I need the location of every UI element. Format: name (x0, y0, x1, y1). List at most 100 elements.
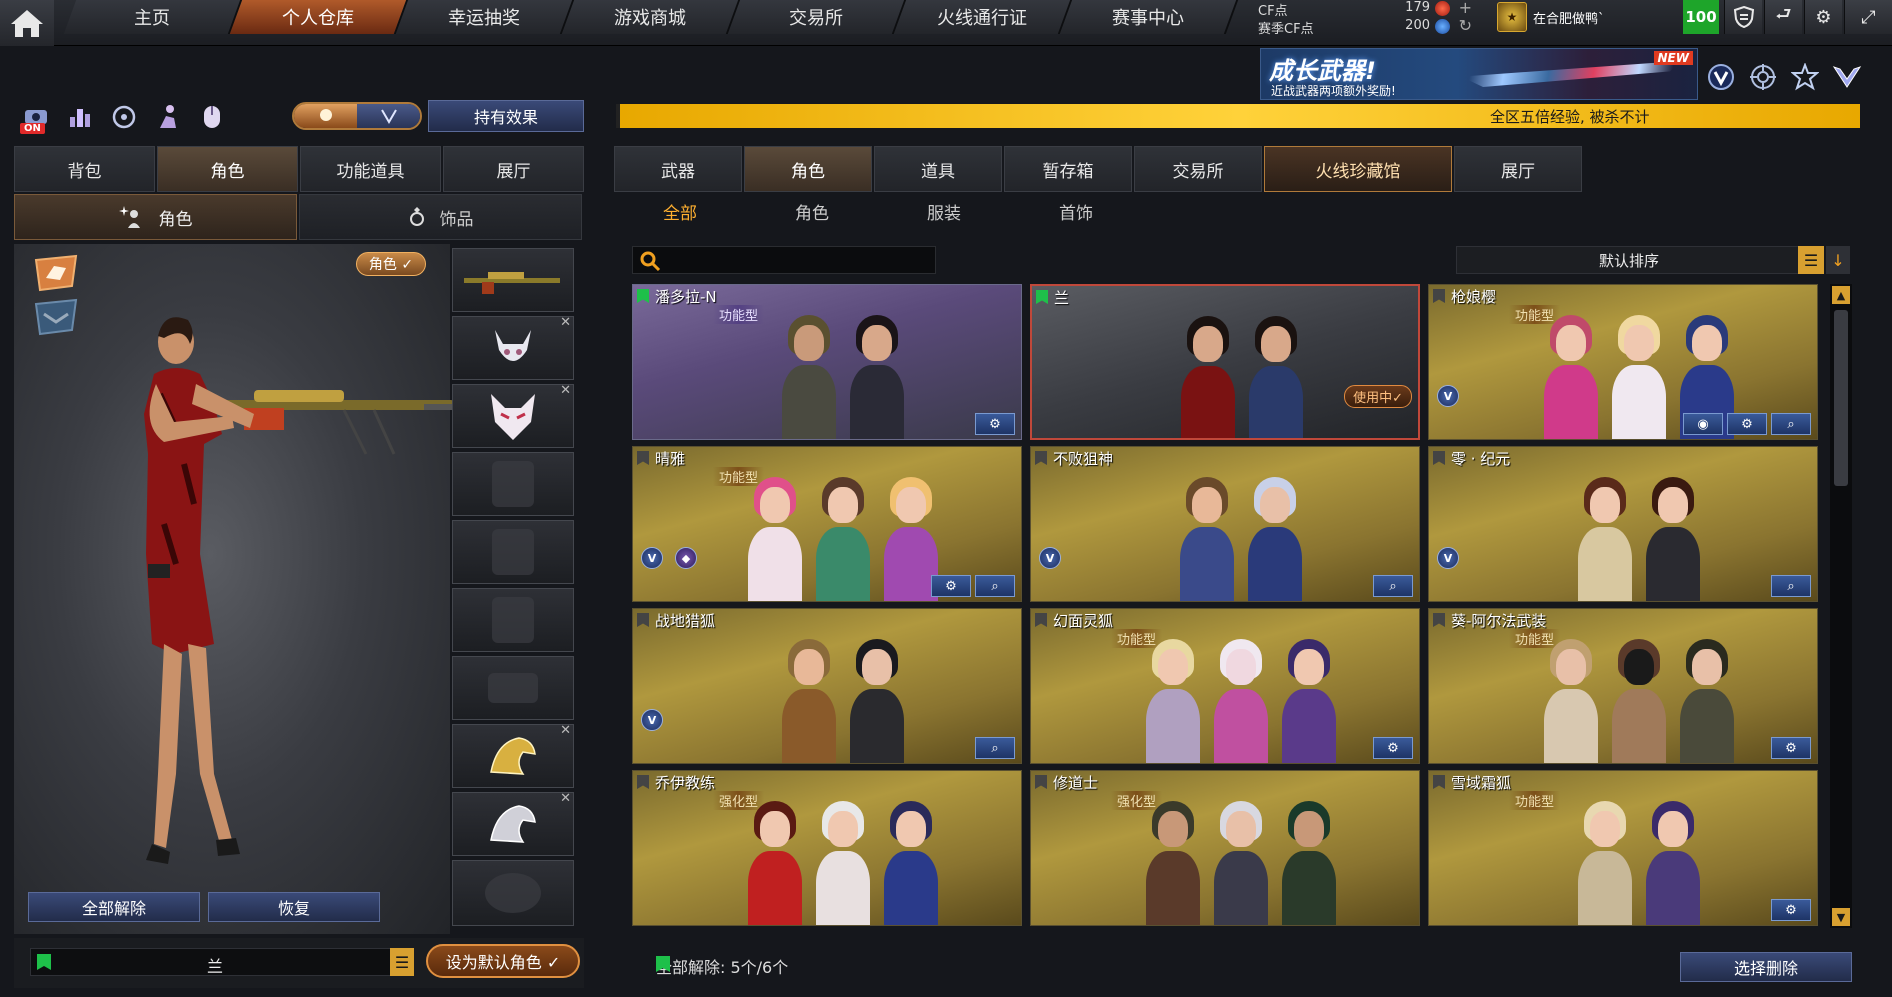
shield-icon[interactable] (1724, 0, 1762, 34)
character-card[interactable]: 潘多拉-N 功能型 ⚙ (632, 284, 1022, 440)
target-icon[interactable] (1748, 62, 1778, 92)
character-card[interactable]: 零 · 纪元 V ⌕ (1428, 446, 1818, 602)
nav-tab-lucky-draw[interactable]: 幸运抽奖 (395, 0, 575, 34)
badge-icon[interactable] (1790, 62, 1820, 92)
left-tab-character[interactable]: 角色 (157, 146, 298, 192)
bookmark-icon[interactable] (637, 451, 649, 465)
search-icon[interactable] (639, 250, 661, 272)
scroll-down-icon[interactable]: ▼ (1832, 908, 1850, 926)
rank-v-icon[interactable] (1706, 62, 1736, 92)
list-icon[interactable]: ☰ (390, 948, 414, 976)
right-tab-characters[interactable]: 角色 (744, 146, 872, 192)
magnify-icon[interactable]: ⌕ (975, 737, 1015, 759)
character-preview[interactable]: 角色 ✓ 全部解除 恢复 (14, 244, 460, 934)
scroll-up-icon[interactable]: ▲ (1832, 286, 1850, 304)
character-card[interactable]: 幻面灵狐 功能型 ⚙ (1030, 608, 1420, 764)
slot-mask[interactable]: ✕ (452, 383, 574, 448)
clan-info[interactable]: ★ 在合肥做鸭` (1497, 0, 1677, 34)
mouse-icon[interactable] (194, 100, 230, 134)
ranking-icon[interactable] (62, 100, 98, 134)
home-button[interactable] (0, 0, 54, 46)
right-tab-exchange[interactable]: 交易所 (1134, 146, 1262, 192)
right-tab-items[interactable]: 道具 (874, 146, 1002, 192)
fox-badge-icon[interactable] (32, 252, 80, 294)
slot-weapon[interactable] (452, 248, 574, 312)
sort-list-icon[interactable]: ☰ (1798, 246, 1824, 274)
character-card-equipped[interactable]: 兰 使用中✓ (1030, 284, 1420, 440)
left-tab-showroom[interactable]: 展厅 (443, 146, 584, 192)
fullscreen-icon[interactable]: ⤢ (1844, 0, 1892, 34)
character-card[interactable]: 乔伊教练 强化型 (632, 770, 1022, 926)
left-tab-backpack[interactable]: 背包 (14, 146, 155, 192)
nav-tab-exchange[interactable]: 交易所 (727, 0, 907, 34)
slot-pants[interactable] (452, 656, 574, 720)
restore-button[interactable]: 恢复 (208, 892, 380, 922)
promo-banner[interactable]: 成长武器! 近战武器两项额外奖励! NEW (1260, 48, 1698, 100)
rotate-view-icon[interactable] (106, 100, 142, 134)
bookmark-icon[interactable] (1433, 451, 1445, 465)
remove-slot-icon[interactable]: ✕ (560, 723, 571, 738)
view-mode-toggle[interactable] (292, 102, 422, 130)
filter-character[interactable]: 角色 (746, 198, 878, 230)
sort-direction-icon[interactable]: ↓ (1826, 246, 1850, 274)
subtab-character[interactable]: 角色 (14, 194, 297, 240)
gear-icon[interactable]: ⚙ (1727, 413, 1767, 435)
gear-icon[interactable]: ⚙ (1804, 0, 1842, 34)
gear-icon[interactable]: ⚙ (1771, 737, 1811, 759)
gear-icon[interactable]: ⚙ (1373, 737, 1413, 759)
bookmark-icon[interactable] (637, 775, 649, 789)
grid-scrollbar[interactable]: ▲ ▼ (1830, 284, 1852, 928)
gear-icon[interactable]: ⚙ (1771, 899, 1811, 921)
slot-radio[interactable] (452, 452, 574, 516)
nav-tab-home[interactable]: 主页 (63, 0, 243, 34)
nav-tab-battle-pass[interactable]: 火线通行证 (893, 0, 1073, 34)
character-card[interactable]: 雪域霜狐 功能型 ⚙ (1428, 770, 1818, 926)
remove-slot-icon[interactable]: ✕ (560, 315, 571, 330)
nav-tab-game-mall[interactable]: 游戏商城 (561, 0, 741, 34)
character-role-pill[interactable]: 角色 ✓ (356, 252, 426, 276)
slot-dragon-silver[interactable]: ✕ (452, 791, 574, 856)
right-tab-weapons[interactable]: 武器 (614, 146, 742, 192)
eagle-badge-icon[interactable] (32, 296, 80, 338)
right-tab-showroom[interactable]: 展厅 (1454, 146, 1582, 192)
bookmark-icon[interactable] (1433, 289, 1445, 303)
rank-mode-icon[interactable] (357, 104, 420, 128)
bookmark-icon[interactable] (1433, 775, 1445, 789)
character-card[interactable]: 战地猎狐 V ⌕ (632, 608, 1022, 764)
bookmark-icon[interactable] (1036, 290, 1048, 304)
bookmark-icon[interactable] (637, 289, 649, 303)
filter-jewelry[interactable]: 首饰 (1010, 198, 1142, 230)
right-tab-storage-box[interactable]: 暂存箱 (1004, 146, 1132, 192)
bookmark-icon[interactable] (1035, 451, 1047, 465)
magnify-icon[interactable]: ⌕ (1771, 575, 1811, 597)
scroll-thumb[interactable] (1834, 310, 1848, 486)
bookmark-icon[interactable] (637, 613, 649, 627)
nav-tab-personal-storage[interactable]: 个人仓库 (229, 0, 409, 34)
gear-icon[interactable]: ⚙ (975, 413, 1015, 435)
remove-slot-icon[interactable]: ✕ (560, 791, 571, 806)
left-tab-items[interactable]: 功能道具 (300, 146, 441, 192)
filter-outfit[interactable]: 服装 (878, 198, 1010, 230)
bookmark-icon[interactable] (1035, 775, 1047, 789)
view-icon[interactable]: ◉ (1683, 413, 1723, 435)
character-card[interactable]: 枪娘樱 功能型 V ◉ ⚙ ⌕ (1428, 284, 1818, 440)
return-icon[interactable]: ⮐ (1764, 0, 1802, 34)
slot-head[interactable]: ✕ (452, 315, 574, 380)
slot-dragon-gold[interactable]: ✕ (452, 723, 574, 788)
camera-toggle-icon[interactable]: ON (18, 100, 54, 134)
slot-vest[interactable] (452, 520, 574, 584)
magnify-icon[interactable]: ⌕ (1373, 575, 1413, 597)
character-card[interactable]: 修道士 强化型 (1030, 770, 1420, 926)
pose-icon[interactable] (150, 100, 186, 134)
bookmark-icon[interactable] (1433, 613, 1445, 627)
character-mode-icon[interactable] (294, 104, 357, 128)
refresh-icon[interactable]: ↻ (1459, 16, 1472, 35)
add-points-icon[interactable]: + (1459, 0, 1472, 17)
nav-tab-event-center[interactable]: 赛事中心 (1059, 0, 1239, 34)
wings-icon[interactable] (1832, 62, 1862, 92)
gear-icon[interactable]: ⚙ (931, 575, 971, 597)
set-default-character-button[interactable]: 设为默认角色 ✓ (426, 944, 580, 978)
select-delete-button[interactable]: 选择删除 (1680, 952, 1852, 982)
subtab-accessories[interactable]: 饰品 (299, 194, 582, 240)
magnify-icon[interactable]: ⌕ (1771, 413, 1811, 435)
